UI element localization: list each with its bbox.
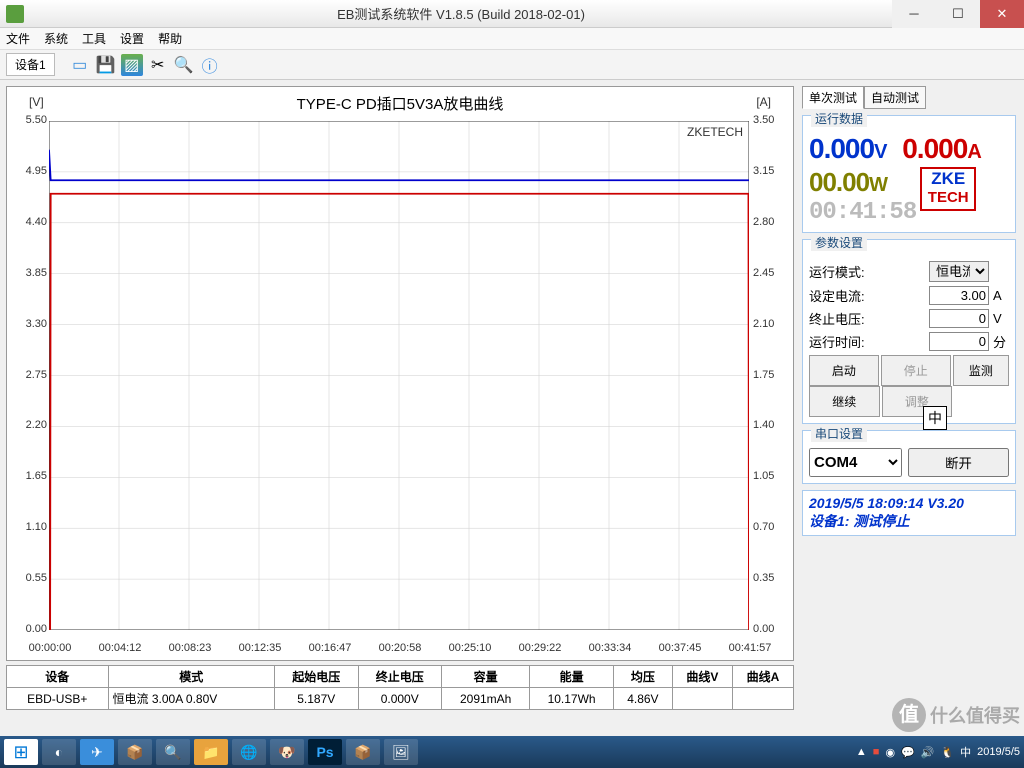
run-data-title: 运行数据 xyxy=(811,110,867,127)
end-voltage-input[interactable] xyxy=(929,309,989,328)
close-button[interactable]: ✕ xyxy=(980,0,1024,28)
tab-single-test[interactable]: 单次测试 xyxy=(802,86,864,109)
continue-button[interactable]: 继续 xyxy=(809,386,880,417)
taskbar-app-9[interactable]: 📦 xyxy=(346,739,380,765)
th-energy: 能量 xyxy=(530,666,613,688)
th-curvea: 曲线A xyxy=(732,666,793,688)
tray-icon[interactable]: 💬 xyxy=(901,746,915,759)
tray-ime[interactable]: 中 xyxy=(960,744,971,760)
menu-tool[interactable]: 工具 xyxy=(82,30,106,47)
display-time: 00:41:58 xyxy=(809,199,916,226)
mode-select[interactable]: 恒电流 xyxy=(929,261,989,282)
display-power: 00.00 xyxy=(809,167,869,197)
menu-help[interactable]: 帮助 xyxy=(158,30,182,47)
start-button[interactable]: ⊞ xyxy=(4,739,38,765)
th-curvev: 曲线V xyxy=(672,666,732,688)
td-device: EBD-USB+ xyxy=(7,688,109,710)
tray-icon[interactable]: ◉ xyxy=(885,746,895,759)
y-right-axis-label: [A] xyxy=(756,95,771,109)
param-group: 参数设置 运行模式: 恒电流 设定电流: A 终止电压: V xyxy=(802,239,1016,424)
device-tab-1[interactable]: 设备1 xyxy=(6,53,55,76)
td-curvea-swatch xyxy=(732,688,793,710)
chart-svg xyxy=(49,121,749,630)
taskbar: ⊞ ◐ ✈ 📦 🔍 📁 🌐 🐶 Ps 📦 🖼 ▲ ■ ◉ 💬 🔊 🐧 中 201… xyxy=(0,736,1024,768)
th-startv: 起始电压 xyxy=(275,666,358,688)
search-icon[interactable]: 🔍 xyxy=(173,54,195,76)
smzdm-watermark: 值 什么值得买 xyxy=(892,698,1020,732)
window-title: EB测试系统软件 V1.8.5 (Build 2018-02-01) xyxy=(30,4,892,23)
run-data-group: 运行数据 0.000V 0.000A 00.00W 00:41:58 ZKE T… xyxy=(802,115,1016,233)
menu-bar: 文件 系统 工具 设置 帮助 xyxy=(0,28,1024,50)
taskbar-app-10[interactable]: 🖼 xyxy=(384,739,418,765)
start-button[interactable]: 启动 xyxy=(809,355,879,386)
status-line2: 设备1: 测试停止 xyxy=(809,511,1009,531)
tray-icon[interactable]: 🐧 xyxy=(940,746,954,759)
th-avgv: 均压 xyxy=(613,666,672,688)
right-tabs: 单次测试 自动测试 xyxy=(802,86,1016,109)
com-title: 串口设置 xyxy=(811,425,867,442)
td-energy: 10.17Wh xyxy=(530,688,613,710)
save-icon[interactable]: 💾 xyxy=(95,54,117,76)
result-table: 设备 模式 起始电压 终止电压 容量 能量 均压 曲线V 曲线A EBD-USB… xyxy=(6,665,794,710)
info-icon[interactable]: ⓘ xyxy=(199,54,221,76)
td-endv: 0.000V xyxy=(358,688,441,710)
taskbar-app-3[interactable]: 📦 xyxy=(118,739,152,765)
display-voltage: 0.000 xyxy=(809,133,874,164)
menu-file[interactable]: 文件 xyxy=(6,30,30,47)
status-line1: 2019/5/5 18:09:14 V3.20 xyxy=(809,495,1009,511)
th-device: 设备 xyxy=(7,666,109,688)
zketech-logo: ZKE TECH xyxy=(920,167,976,211)
maximize-button[interactable]: ☐ xyxy=(936,0,980,28)
tools-icon[interactable]: ✂ xyxy=(147,54,169,76)
tray-icon[interactable]: ▲ xyxy=(856,746,867,758)
minimize-button[interactable]: ─ xyxy=(892,0,936,28)
taskbar-app-1[interactable]: ◐ xyxy=(42,739,76,765)
ime-indicator[interactable]: 中 xyxy=(923,406,947,430)
app-icon xyxy=(6,5,24,23)
tray-icon[interactable]: ■ xyxy=(873,746,880,758)
td-avgv: 4.86V xyxy=(613,688,672,710)
com-disconnect-button[interactable]: 断开 xyxy=(908,448,1009,477)
taskbar-app-8[interactable]: Ps xyxy=(308,739,342,765)
th-mode: 模式 xyxy=(108,666,275,688)
status-box: 2019/5/5 18:09:14 V3.20 设备1: 测试停止 xyxy=(802,490,1016,536)
set-current-input[interactable] xyxy=(929,286,989,305)
tab-auto-test[interactable]: 自动测试 xyxy=(864,86,926,109)
end-voltage-label: 终止电压: xyxy=(809,309,925,328)
run-time-label: 运行时间: xyxy=(809,332,925,351)
monitor-button[interactable]: 监测 xyxy=(953,355,1009,386)
tray-date[interactable]: 2019/5/5 xyxy=(977,746,1020,758)
param-title: 参数设置 xyxy=(811,234,867,251)
td-startv: 5.187V xyxy=(275,688,358,710)
mode-label: 运行模式: xyxy=(809,262,925,281)
menu-system[interactable]: 系统 xyxy=(44,30,68,47)
y-left-axis-label: [V] xyxy=(29,95,44,109)
com-group: 串口设置 COM4 断开 xyxy=(802,430,1016,484)
td-capacity: 2091mAh xyxy=(441,688,529,710)
chart-title: TYPE-C PD插口5V3A放电曲线 xyxy=(7,87,793,120)
td-mode: 恒电流 3.00A 0.80V xyxy=(108,688,275,710)
taskbar-app-6[interactable]: 🌐 xyxy=(232,739,266,765)
td-curvev-swatch xyxy=(672,688,732,710)
th-capacity: 容量 xyxy=(441,666,529,688)
system-tray[interactable]: ▲ ■ ◉ 💬 🔊 🐧 中 2019/5/5 xyxy=(856,744,1020,760)
taskbar-app-7[interactable]: 🐶 xyxy=(270,739,304,765)
taskbar-app-4[interactable]: 🔍 xyxy=(156,739,190,765)
taskbar-app-2[interactable]: ✈ xyxy=(80,739,114,765)
run-time-input[interactable] xyxy=(929,332,989,351)
display-current: 0.000 xyxy=(902,133,967,164)
image-icon[interactable]: ▨ xyxy=(121,54,143,76)
tray-icon[interactable]: 🔊 xyxy=(921,746,935,759)
new-icon[interactable]: ▭ xyxy=(69,54,91,76)
set-current-label: 设定电流: xyxy=(809,286,925,305)
toolbar: 设备1 ▭ 💾 ▨ ✂ 🔍 ⓘ xyxy=(0,50,1024,80)
stop-button[interactable]: 停止 xyxy=(881,355,951,386)
window-titlebar: EB测试系统软件 V1.8.5 (Build 2018-02-01) ─ ☐ ✕ xyxy=(0,0,1024,28)
menu-setting[interactable]: 设置 xyxy=(120,30,144,47)
th-endv: 终止电压 xyxy=(358,666,441,688)
chart: [V] [A] TYPE-C PD插口5V3A放电曲线 ZKETECH 0.00… xyxy=(6,86,794,661)
com-select[interactable]: COM4 xyxy=(809,448,902,477)
taskbar-app-5[interactable]: 📁 xyxy=(194,739,228,765)
